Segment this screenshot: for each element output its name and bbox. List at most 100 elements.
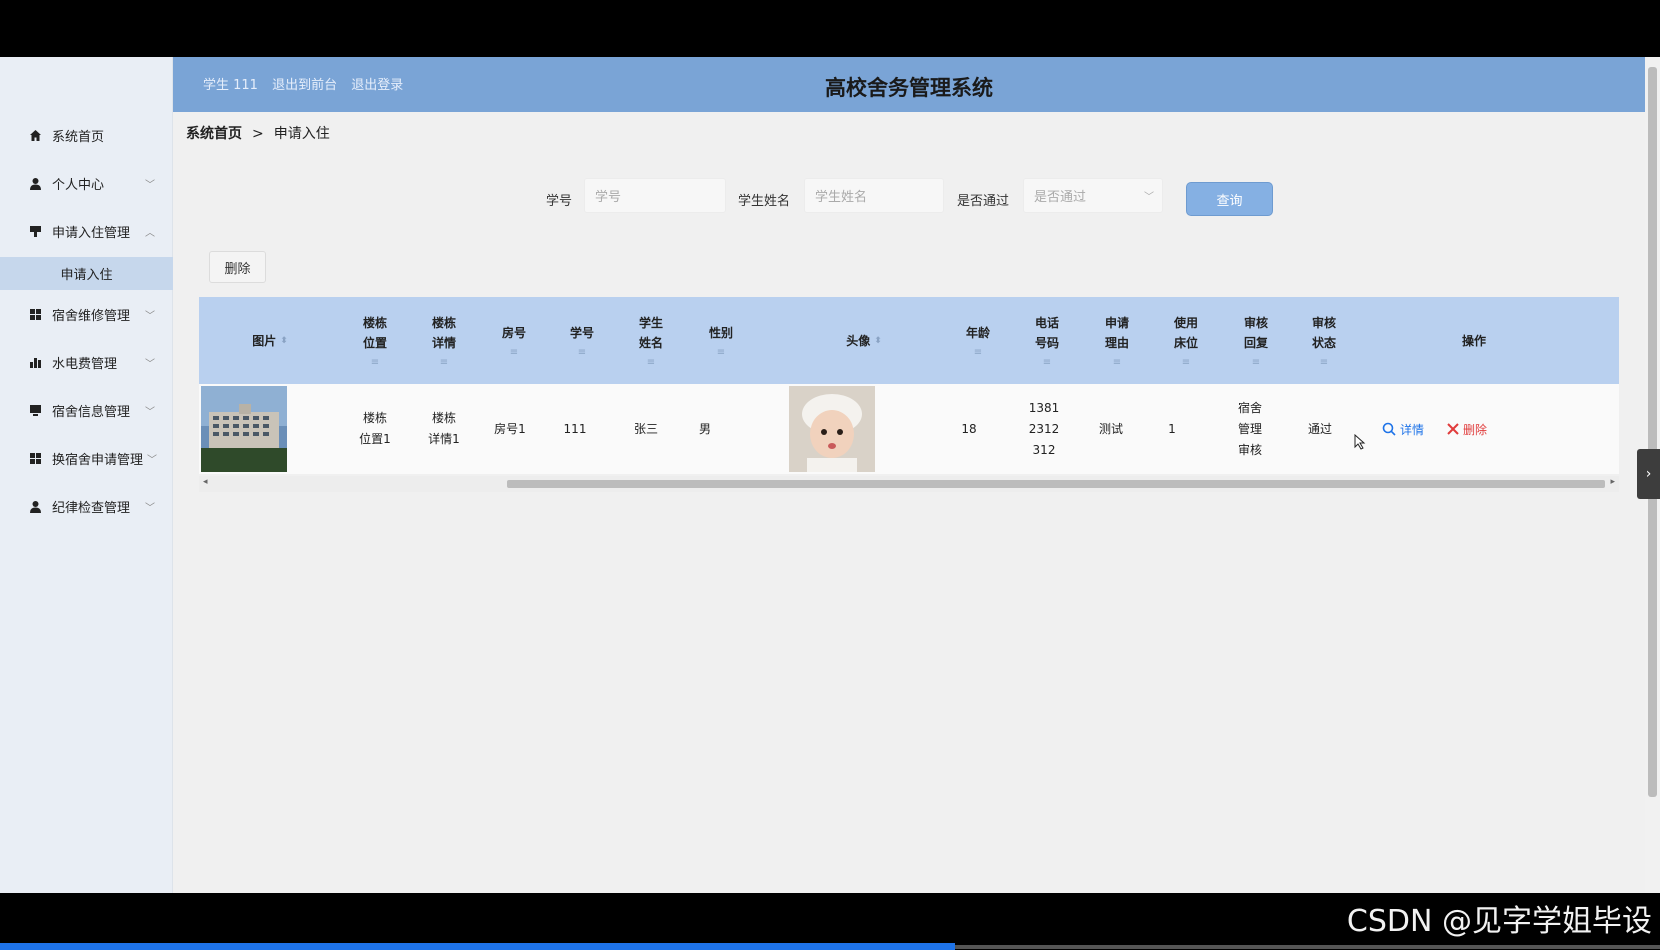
sort-icon: ≡	[577, 346, 587, 358]
mouse-cursor-icon	[1354, 433, 1366, 454]
student-id-label: 学号	[546, 194, 573, 209]
col-header-gender[interactable]: 性别 ≡	[696, 297, 746, 384]
row-delete-button[interactable]: 删除	[1447, 384, 1487, 474]
table-header: 图片 ⬍ 楼栋 位置 ≡ 楼栋 详情 ≡ 房号 ≡ 学号 ≡ 学生 姓名 ≡ 性别 ≡ 头像 ⬍ 年龄…	[199, 297, 1619, 384]
passed-select-value: 是否通过	[1034, 190, 1087, 205]
app-window: 系统首页 个人中心 ﹀ 申请入住管理 ︿ 申请入住 宿舍维修管理 ﹀ 水电费管理…	[0, 57, 1660, 893]
scroll-left-arrow-icon[interactable]: ◂	[203, 477, 208, 487]
sidebar-item-label: 纪律检查管理	[52, 500, 131, 516]
close-icon	[1447, 423, 1459, 435]
cell-student-name: 张三	[633, 421, 658, 436]
sort-icon: ⬍	[874, 335, 882, 346]
home-icon	[28, 128, 42, 142]
col-header-reason[interactable]: 申请 理由 ≡	[1092, 297, 1142, 384]
sidebar-item-dorm-change-mgmt[interactable]: 换宿舍申请管理 ﹀	[0, 438, 173, 478]
col-header-room[interactable]: 房号 ≡	[489, 297, 539, 384]
chevron-down-icon: ﹀	[145, 502, 155, 514]
detail-button[interactable]: 详情	[1382, 384, 1424, 474]
chevron-down-icon: ﹀	[145, 406, 155, 418]
sort-icon: ≡	[973, 346, 983, 358]
cell-gender: 男	[698, 421, 711, 436]
col-header-review-reply[interactable]: 审核 回复 ≡	[1231, 297, 1281, 384]
table-row: 楼栋 位置1 楼栋 详情1 房号1 111 张三 男 18 1381 2312 312 …	[199, 384, 1619, 474]
cell-building-location: 楼栋 位置1	[359, 411, 391, 446]
cell-building-detail: 楼栋 详情1	[428, 411, 460, 446]
chevron-down-icon: ﹀	[145, 310, 155, 322]
sidebar-subitem-checkin[interactable]: 申请入住	[0, 257, 173, 290]
sort-icon: ≡	[646, 356, 656, 368]
passed-label: 是否通过	[957, 194, 1010, 209]
breadcrumb: 系统首页 > 申请入住	[186, 123, 330, 143]
top-header: 学生 111 退出到前台 退出登录 高校舍务管理系统	[173, 57, 1645, 112]
breadcrumb-separator: >	[252, 126, 264, 142]
video-progress-remaining[interactable]	[955, 945, 1660, 949]
col-header-bed[interactable]: 使用 床位 ≡	[1161, 297, 1211, 384]
col-header-age[interactable]: 年龄 ≡	[953, 297, 1003, 384]
sort-icon: ≡	[1181, 356, 1191, 368]
chevron-down-icon: ﹀	[145, 358, 155, 370]
sort-icon: ⬍	[280, 335, 288, 346]
breadcrumb-current: 申请入住	[273, 126, 330, 142]
video-progress-bar[interactable]	[0, 943, 955, 950]
chevron-down-icon: ﹀	[147, 454, 157, 466]
sort-icon: ≡	[370, 356, 380, 368]
sidebar-item-label: 个人中心	[52, 177, 105, 193]
student-id-input[interactable]: 学号	[584, 178, 726, 213]
batch-delete-button[interactable]: 删除	[209, 251, 266, 283]
query-button[interactable]: 查询	[1186, 182, 1273, 216]
sidebar-item-label: 申请入住管理	[52, 225, 131, 241]
sidebar-item-home[interactable]: 系统首页	[0, 115, 173, 155]
cell-age: 18	[961, 421, 977, 436]
col-header-phone[interactable]: 电话 号码 ≡	[1022, 297, 1072, 384]
chevron-up-icon: ︿	[145, 227, 155, 239]
col-header-image[interactable]: 图片 ⬍	[235, 297, 305, 384]
sidebar-item-repair-mgmt[interactable]: 宿舍维修管理 ﹀	[0, 294, 173, 334]
breadcrumb-home[interactable]: 系统首页	[186, 126, 242, 142]
table-horizontal-scrollbar[interactable]: ◂ ▸	[199, 476, 1619, 492]
grid-icon	[28, 451, 42, 465]
cell-review-status: 通过	[1307, 421, 1332, 436]
col-header-student-id[interactable]: 学号 ≡	[557, 297, 607, 384]
chevron-right-icon[interactable]: ›	[1637, 449, 1660, 499]
grid-icon	[28, 307, 42, 321]
sidebar: 系统首页 个人中心 ﹀ 申请入住管理 ︿ 申请入住 宿舍维修管理 ﹀ 水电费管理…	[0, 57, 173, 893]
cell-room: 房号1	[494, 421, 526, 436]
chevron-down-icon: ﹀	[1144, 192, 1154, 203]
sidebar-item-label: 换宿舍申请管理	[52, 452, 144, 468]
sidebar-item-label: 宿舍维修管理	[52, 308, 131, 324]
student-name-label: 学生姓名	[738, 194, 791, 209]
dorm-building-image	[201, 384, 287, 474]
col-header-review-status[interactable]: 审核 状态 ≡	[1299, 297, 1349, 384]
sidebar-item-discipline-mgmt[interactable]: 纪律检查管理 ﹀	[0, 486, 173, 526]
passed-select[interactable]: 是否通过 ﹀	[1023, 178, 1163, 213]
scroll-right-arrow-icon[interactable]: ▸	[1610, 477, 1615, 487]
scrollbar-thumb[interactable]	[1648, 67, 1657, 797]
col-header-avatar[interactable]: 头像 ⬍	[829, 297, 899, 384]
sort-icon: ≡	[1319, 356, 1329, 368]
col-header-student-name[interactable]: 学生 姓名 ≡	[626, 297, 676, 384]
student-name-input[interactable]: 学生姓名	[804, 178, 944, 213]
user-icon	[28, 176, 42, 190]
search-icon	[1382, 422, 1396, 436]
user-icon	[28, 499, 42, 513]
page-title: 高校舍务管理系统	[825, 76, 993, 100]
sort-icon: ≡	[1042, 356, 1052, 368]
col-header-building-location[interactable]: 楼栋 位置 ≡	[350, 297, 400, 384]
sidebar-item-dorm-info-mgmt[interactable]: 宿舍信息管理 ﹀	[0, 390, 173, 430]
bookmark-icon	[28, 224, 42, 238]
scrollbar-thumb[interactable]	[507, 480, 1605, 488]
col-header-building-detail[interactable]: 楼栋 详情 ≡	[419, 297, 469, 384]
sort-icon: ≡	[509, 346, 519, 358]
cell-student-id: 111	[563, 421, 587, 436]
sidebar-item-utility-mgmt[interactable]: 水电费管理 ﹀	[0, 342, 173, 382]
cell-review-reply: 宿舍 管理 审核	[1237, 400, 1262, 457]
sort-icon: ≡	[439, 356, 449, 368]
cell-bed: 1	[1168, 421, 1176, 436]
sidebar-item-checkin-mgmt[interactable]: 申请入住管理 ︿	[0, 211, 173, 251]
sidebar-item-label: 水电费管理	[52, 356, 118, 372]
cell-phone: 1381 2312 312	[1028, 400, 1060, 457]
sidebar-item-personal[interactable]: 个人中心 ﹀	[0, 163, 173, 203]
col-header-actions: 操作	[1461, 333, 1486, 348]
sidebar-subitem-label: 申请入住	[60, 268, 113, 283]
bar-chart-icon	[28, 355, 42, 369]
